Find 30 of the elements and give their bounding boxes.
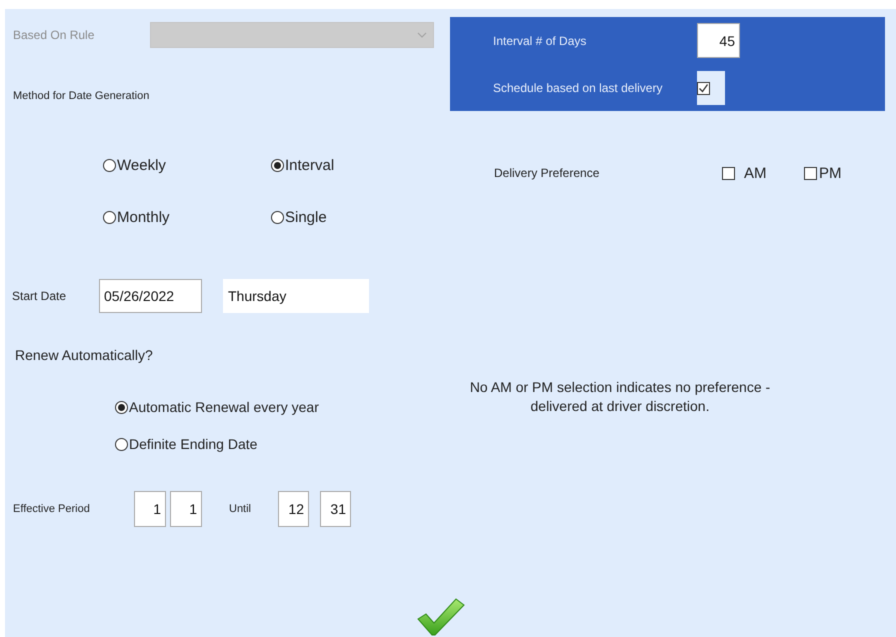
date-part-field[interactable]: 12 <box>278 491 309 527</box>
chevron-down-icon <box>417 32 427 38</box>
method-label: Method for Date Generation <box>13 90 150 102</box>
radio-option[interactable]: Interval <box>271 155 431 175</box>
radio-option[interactable]: Single <box>271 207 431 227</box>
date-part-field[interactable]: 1 <box>170 491 202 527</box>
rule-label: Based On Rule <box>13 28 96 42</box>
checkbox-option[interactable]: PM <box>804 163 842 183</box>
interval-label: Interval # of Days <box>493 34 588 48</box>
schedule-label: Schedule based on last delivery <box>493 81 664 95</box>
date-part-field[interactable]: 1 <box>134 491 166 527</box>
start-date-label: Start Date <box>12 289 68 303</box>
confirm-button[interactable] <box>416 597 466 637</box>
interval-field[interactable]: 45 <box>697 23 740 58</box>
renew-label: Renew Automatically? <box>15 347 153 363</box>
start-date-field[interactable]: 05/26/2022 <box>99 279 202 313</box>
note-text: No AM or PM selection indicates no preference - delivered at driver discretion. <box>468 378 772 416</box>
radio-option[interactable]: Monthly <box>103 207 271 227</box>
checkmark-icon <box>416 597 466 637</box>
checkbox-option[interactable]: AM <box>722 163 804 183</box>
checkbox[interactable] <box>697 82 710 94</box>
radio-option[interactable]: Weekly <box>103 155 271 175</box>
radio-option[interactable]: Automatic Renewal every year <box>115 397 450 417</box>
date-part-field[interactable]: 31 <box>320 491 351 527</box>
delivery-preference-label: Delivery Preference <box>494 166 600 180</box>
radio-option[interactable]: Definite Ending Date <box>115 434 450 454</box>
until-label: Until <box>229 503 252 515</box>
check-icon <box>698 82 709 94</box>
effective-period-label: Effective Period <box>13 503 91 515</box>
weekday-field: Thursday <box>223 279 369 313</box>
